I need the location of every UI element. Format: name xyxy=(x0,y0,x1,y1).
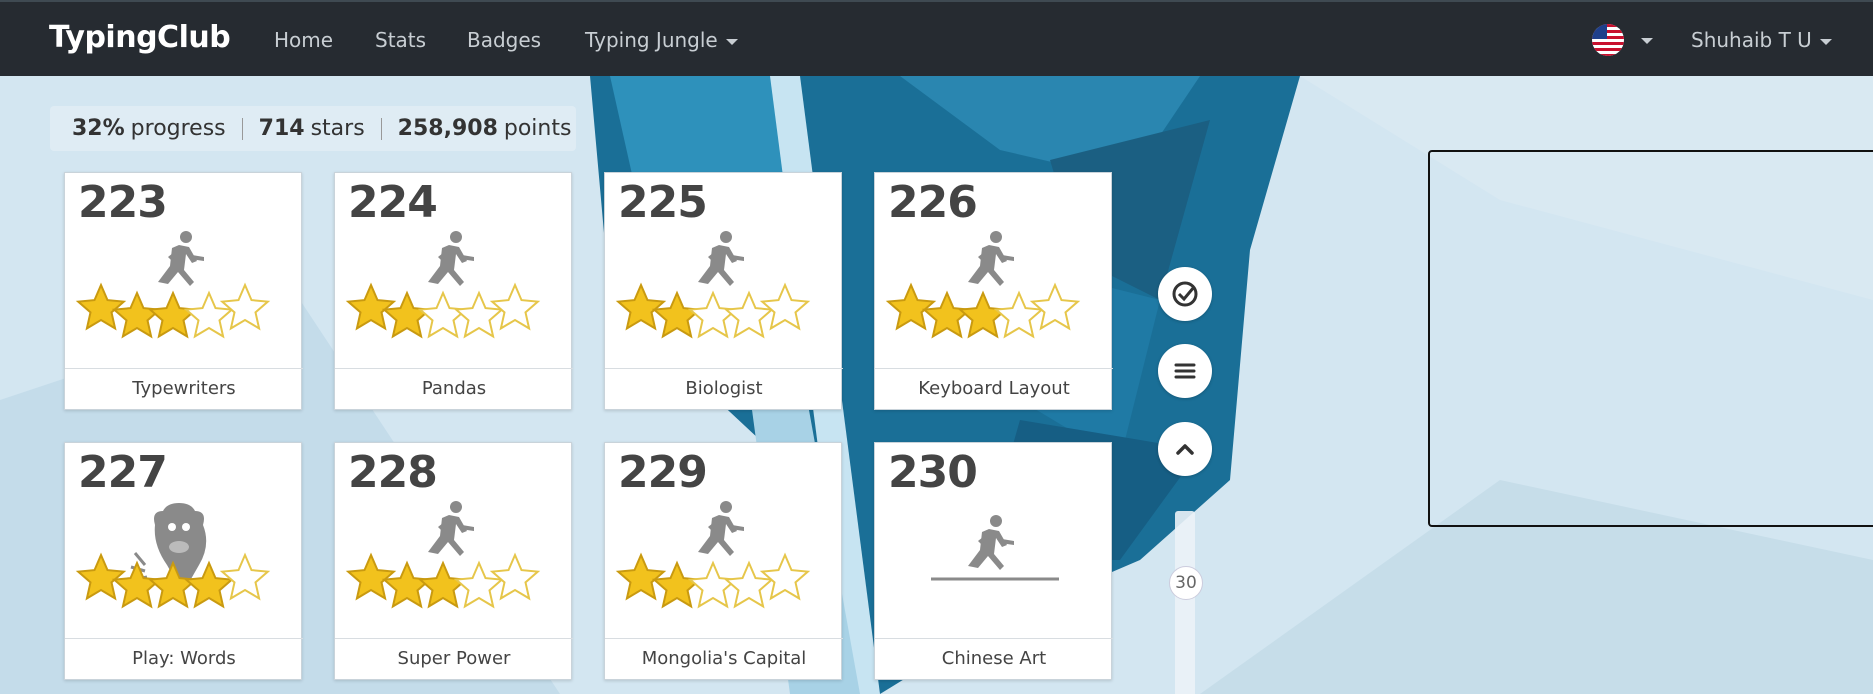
user-menu-dropdown[interactable]: Shuhaib T U xyxy=(1691,28,1832,52)
course-label: Typing Jungle xyxy=(585,28,718,52)
language-chevron-icon[interactable] xyxy=(1641,38,1653,44)
lesson-card[interactable]: 224 Pandas xyxy=(334,172,573,410)
runner-icon xyxy=(615,231,811,339)
brand-logo[interactable]: TypingClub xyxy=(49,20,231,55)
runner-icon xyxy=(345,501,541,609)
lesson-card[interactable]: 230 Chinese Art xyxy=(874,442,1113,680)
lesson-title: Play: Words xyxy=(65,638,303,679)
progress-percent: 32% xyxy=(72,116,125,141)
monster-icon xyxy=(75,503,271,609)
progress-summary: 32% progress 714 stars 258,908 points xyxy=(50,106,576,151)
stars-count: 714 xyxy=(258,116,305,141)
lesson-title: Chinese Art xyxy=(875,638,1113,679)
lesson-card[interactable]: 228 Super Power xyxy=(334,442,573,680)
menu-button[interactable] xyxy=(1158,344,1212,398)
lesson-card[interactable]: 227 Play: Words xyxy=(64,442,303,680)
divider xyxy=(380,117,382,140)
us-flag-icon[interactable] xyxy=(1592,24,1624,56)
chevron-down-icon xyxy=(725,38,738,45)
lesson-card[interactable]: 225 Biologist xyxy=(604,172,843,410)
lesson-card[interactable]: 229 Mongolia's Capital xyxy=(604,442,843,680)
preview-panel xyxy=(1428,150,1873,527)
check-circle-icon xyxy=(1172,281,1198,307)
runner-icon xyxy=(885,231,1081,339)
lesson-title: Super Power xyxy=(335,638,573,679)
chevron-down-icon xyxy=(1819,38,1832,45)
lesson-card[interactable]: 226 Keyboard Layout xyxy=(874,172,1113,410)
runner-icon xyxy=(615,501,811,609)
lesson-card[interactable]: 223 Typewriters xyxy=(64,172,303,410)
runner-icon xyxy=(75,231,271,339)
progress-label: progress xyxy=(130,116,226,141)
level-scroll-handle[interactable]: 30 xyxy=(1169,566,1203,600)
user-name: Shuhaib T U xyxy=(1691,28,1812,52)
lesson-title: Pandas xyxy=(335,368,573,409)
lesson-title: Keyboard Layout xyxy=(875,368,1113,409)
stars-label: stars xyxy=(310,116,365,141)
scroll-up-button[interactable] xyxy=(1158,422,1212,476)
nav-stats-link[interactable]: Stats xyxy=(375,28,426,52)
points-count: 258,908 xyxy=(397,116,498,141)
nav-badges-link[interactable]: Badges xyxy=(467,28,541,52)
hamburger-menu-icon xyxy=(1174,363,1196,379)
lesson-title: Mongolia's Capital xyxy=(605,638,843,679)
level-scroll-track[interactable] xyxy=(1175,511,1195,694)
nav-home-link[interactable]: Home xyxy=(274,28,333,52)
lesson-title: Biologist xyxy=(605,368,843,409)
divider xyxy=(241,117,243,140)
nav-course-dropdown[interactable]: Typing Jungle xyxy=(585,28,738,52)
lesson-title: Typewriters xyxy=(65,368,303,409)
runner-icon xyxy=(931,515,1059,581)
points-label: points xyxy=(503,116,572,141)
runner-icon xyxy=(345,231,541,339)
top-navbar: TypingClub Home Stats Badges Typing Jung… xyxy=(0,0,1873,76)
chevron-up-icon xyxy=(1176,444,1194,455)
completed-lessons-button[interactable] xyxy=(1158,267,1212,321)
